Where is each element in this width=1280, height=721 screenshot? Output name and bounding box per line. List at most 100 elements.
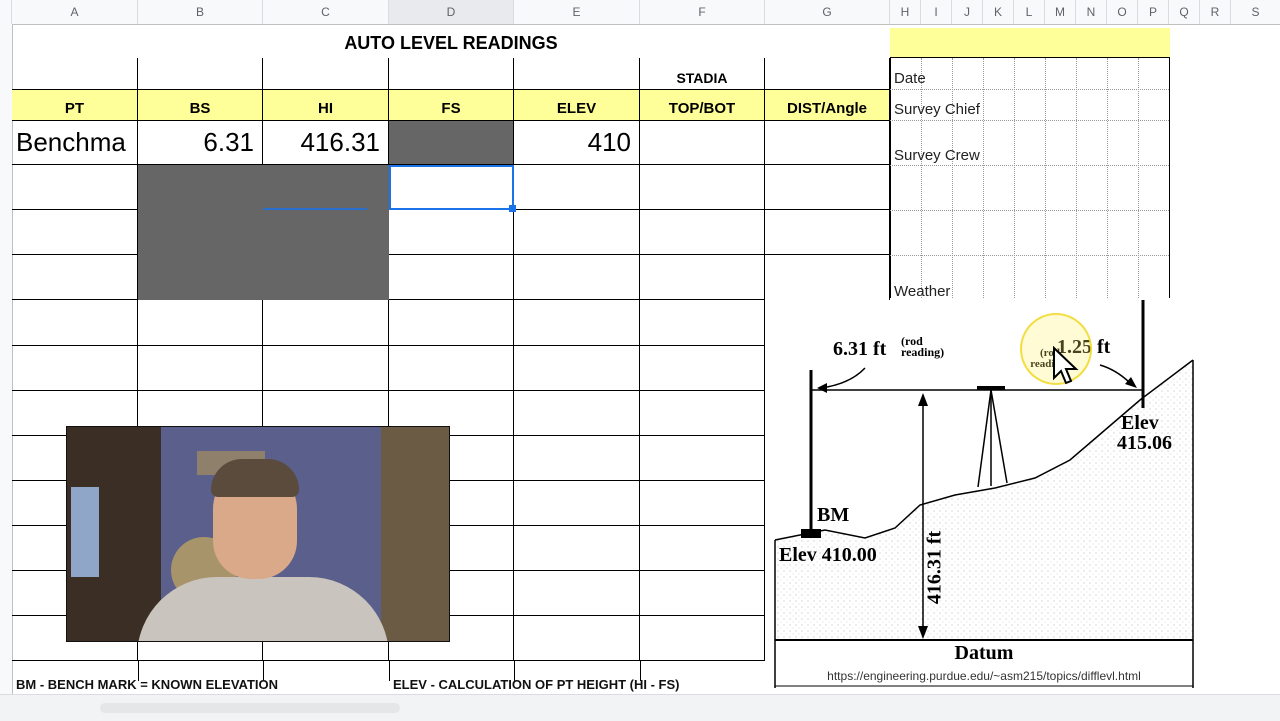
cell-d6[interactable] bbox=[389, 255, 514, 300]
header-bs[interactable]: BS bbox=[138, 90, 263, 121]
grid-cell[interactable] bbox=[514, 300, 640, 346]
cell-f5[interactable] bbox=[640, 210, 765, 255]
grid-cell[interactable] bbox=[514, 616, 640, 661]
col-header-a[interactable]: A bbox=[12, 0, 138, 24]
col-header-h[interactable]: H bbox=[890, 0, 921, 24]
cell-fs-1[interactable] bbox=[389, 121, 514, 165]
col-header-o[interactable]: O bbox=[1107, 0, 1138, 24]
col-header-g[interactable]: G bbox=[765, 0, 890, 24]
sheet-title[interactable]: AUTO LEVEL READINGS bbox=[12, 28, 890, 58]
side-title-cell[interactable] bbox=[890, 28, 1170, 58]
cell-g6[interactable] bbox=[765, 255, 890, 300]
grid-cell[interactable] bbox=[640, 346, 765, 391]
bm-marker bbox=[801, 529, 821, 538]
col-header-p[interactable]: P bbox=[1138, 0, 1169, 24]
header-pt[interactable]: PT bbox=[12, 90, 138, 121]
col-header-r[interactable]: R bbox=[1200, 0, 1231, 24]
col-header-b[interactable]: B bbox=[138, 0, 263, 24]
col-header-n[interactable]: N bbox=[1076, 0, 1107, 24]
survey-crew-label[interactable]: Survey Crew bbox=[894, 147, 980, 164]
webcam-overlay bbox=[66, 426, 450, 642]
cell-a2[interactable] bbox=[12, 58, 138, 90]
header-hi[interactable]: HI bbox=[263, 90, 389, 121]
col-header-s[interactable]: S bbox=[1231, 0, 1280, 24]
grid-cell[interactable] bbox=[640, 526, 765, 571]
grid-cell[interactable] bbox=[12, 346, 138, 391]
cell-g5[interactable] bbox=[765, 210, 890, 255]
weather-label[interactable]: Weather bbox=[894, 283, 950, 300]
col-header-q[interactable]: Q bbox=[1169, 0, 1200, 24]
cell-topbot-1[interactable] bbox=[640, 121, 765, 165]
active-cell-selection[interactable] bbox=[389, 165, 514, 210]
grid-cell[interactable] bbox=[514, 436, 640, 481]
col-header-i[interactable]: I bbox=[921, 0, 952, 24]
elev-note[interactable]: ELEV - CALCULATION OF PT HEIGHT (HI - FS… bbox=[393, 677, 679, 692]
grid-cell[interactable] bbox=[640, 616, 765, 661]
side-grid-vline bbox=[1076, 58, 1077, 298]
grid-cell[interactable] bbox=[640, 436, 765, 481]
col-header-k[interactable]: K bbox=[983, 0, 1014, 24]
cell-hi-1[interactable]: 416.31 bbox=[263, 121, 389, 165]
fill-handle[interactable] bbox=[509, 205, 516, 212]
grid-cell[interactable] bbox=[263, 300, 389, 346]
cell-g4[interactable] bbox=[765, 165, 890, 210]
col-header-l[interactable]: L bbox=[1014, 0, 1045, 24]
cell-c2[interactable] bbox=[263, 58, 389, 90]
cell-g2[interactable] bbox=[765, 58, 890, 90]
stadia-header[interactable]: STADIA bbox=[640, 58, 765, 90]
cell-e5[interactable] bbox=[514, 210, 640, 255]
cell-a5[interactable] bbox=[12, 210, 138, 255]
cell-e6[interactable] bbox=[514, 255, 640, 300]
grid-cell[interactable] bbox=[514, 346, 640, 391]
grid-cell[interactable] bbox=[389, 346, 514, 391]
grid-cell[interactable] bbox=[514, 481, 640, 526]
cell-f4[interactable] bbox=[640, 165, 765, 210]
grid-cell[interactable] bbox=[389, 300, 514, 346]
corner-cell[interactable] bbox=[0, 0, 12, 24]
cell-elev-1[interactable]: 410 bbox=[514, 121, 640, 165]
col-header-e[interactable]: E bbox=[514, 0, 640, 24]
cell-pt-1[interactable]: Benchma bbox=[12, 121, 138, 165]
bottom-scrollbar-area[interactable] bbox=[0, 694, 1280, 721]
cell-a6[interactable] bbox=[12, 255, 138, 300]
source-url[interactable]: https://engineering.purdue.edu/~asm215/t… bbox=[775, 669, 1193, 683]
col-header-f[interactable]: F bbox=[640, 0, 765, 24]
cell-d2[interactable] bbox=[389, 58, 514, 90]
cell-f6[interactable] bbox=[640, 255, 765, 300]
grid-cell[interactable] bbox=[138, 346, 263, 391]
col-header-j[interactable]: J bbox=[952, 0, 983, 24]
date-label[interactable]: Date bbox=[894, 70, 926, 87]
cell-d5[interactable] bbox=[389, 210, 514, 255]
grid-cell[interactable] bbox=[640, 300, 765, 346]
grid-cell[interactable] bbox=[263, 346, 389, 391]
grid-cell[interactable] bbox=[640, 481, 765, 526]
survey-chief-label[interactable]: Survey Chief bbox=[894, 101, 980, 118]
cell-bs-1[interactable]: 6.31 bbox=[138, 121, 263, 165]
horizontal-scrollbar-thumb[interactable] bbox=[100, 703, 400, 713]
grid-cell[interactable] bbox=[514, 391, 640, 436]
col-header-c[interactable]: C bbox=[263, 0, 389, 24]
side-grid-vline bbox=[921, 58, 922, 298]
cell-dist-1[interactable] bbox=[765, 121, 890, 165]
grid-cell[interactable] bbox=[514, 571, 640, 616]
header-fs[interactable]: FS bbox=[389, 90, 514, 121]
cell-e4[interactable] bbox=[514, 165, 640, 210]
cell-b2[interactable] bbox=[138, 58, 263, 90]
side-grid-vline bbox=[1045, 58, 1046, 298]
grid-cell[interactable] bbox=[514, 526, 640, 571]
grid-cell[interactable] bbox=[640, 391, 765, 436]
cell-e2[interactable] bbox=[514, 58, 640, 90]
webcam-books bbox=[71, 487, 99, 577]
cell-a4[interactable] bbox=[12, 165, 138, 210]
gray-block[interactable] bbox=[138, 165, 389, 300]
leveling-diagram[interactable]: 6.31 ft (rod reading) (rod reading) 1.25… bbox=[765, 300, 1197, 688]
header-elev[interactable]: ELEV bbox=[514, 90, 640, 121]
header-dist[interactable]: DIST/Angle bbox=[765, 90, 890, 121]
grid-cell[interactable] bbox=[640, 571, 765, 616]
bm-note[interactable]: BM - BENCH MARK = KNOWN ELEVATION bbox=[16, 677, 278, 692]
header-topbot[interactable]: TOP/BOT bbox=[640, 90, 765, 121]
col-header-m[interactable]: M bbox=[1045, 0, 1076, 24]
col-header-d[interactable]: D bbox=[389, 0, 514, 24]
grid-cell[interactable] bbox=[138, 300, 263, 346]
grid-cell[interactable] bbox=[12, 300, 138, 346]
